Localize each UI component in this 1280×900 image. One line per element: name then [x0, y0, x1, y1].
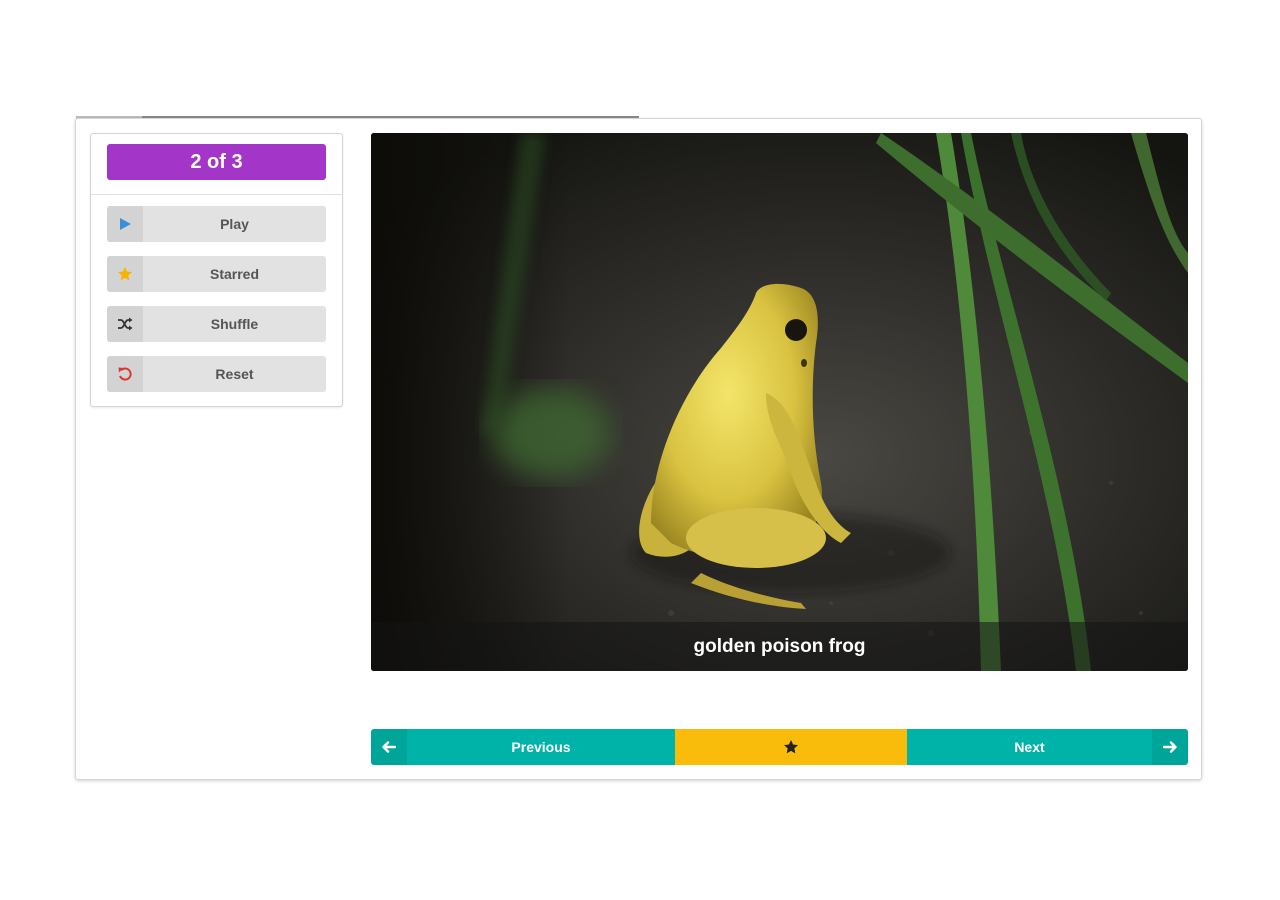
divider — [91, 194, 342, 195]
reset-label: Reset — [215, 366, 254, 382]
star-icon — [107, 256, 143, 292]
next-label: Next — [1014, 739, 1045, 755]
frog-photo — [371, 133, 1188, 671]
shuffle-icon — [107, 306, 143, 342]
image-caption: golden poison frog — [371, 622, 1188, 671]
previous-label: Previous — [511, 739, 571, 755]
previous-button[interactable]: Previous — [371, 729, 675, 765]
undo-icon — [107, 356, 143, 392]
star-icon — [783, 739, 799, 755]
starred-button[interactable]: Starred — [107, 256, 326, 292]
sidebar: 2 of 3 Play Starred Shuffle Reset — [90, 133, 343, 407]
navigation-bar: Previous Next — [371, 729, 1188, 765]
starred-label: Starred — [209, 266, 260, 282]
play-label: Play — [220, 216, 249, 232]
play-button[interactable]: Play — [107, 206, 326, 242]
shuffle-label: Shuffle — [210, 316, 259, 332]
arrow-left-icon — [371, 729, 407, 765]
play-icon — [107, 206, 143, 242]
image-viewer: golden poison frog — [371, 133, 1188, 671]
next-button[interactable]: Next — [907, 729, 1188, 765]
card-counter: 2 of 3 — [107, 144, 326, 180]
reset-button[interactable]: Reset — [107, 356, 326, 392]
flashcard-panel: 2 of 3 Play Starred Shuffle Reset golden… — [75, 118, 1202, 780]
star-toggle-button[interactable] — [675, 729, 907, 765]
arrow-right-icon — [1152, 729, 1188, 765]
shuffle-button[interactable]: Shuffle — [107, 306, 326, 342]
